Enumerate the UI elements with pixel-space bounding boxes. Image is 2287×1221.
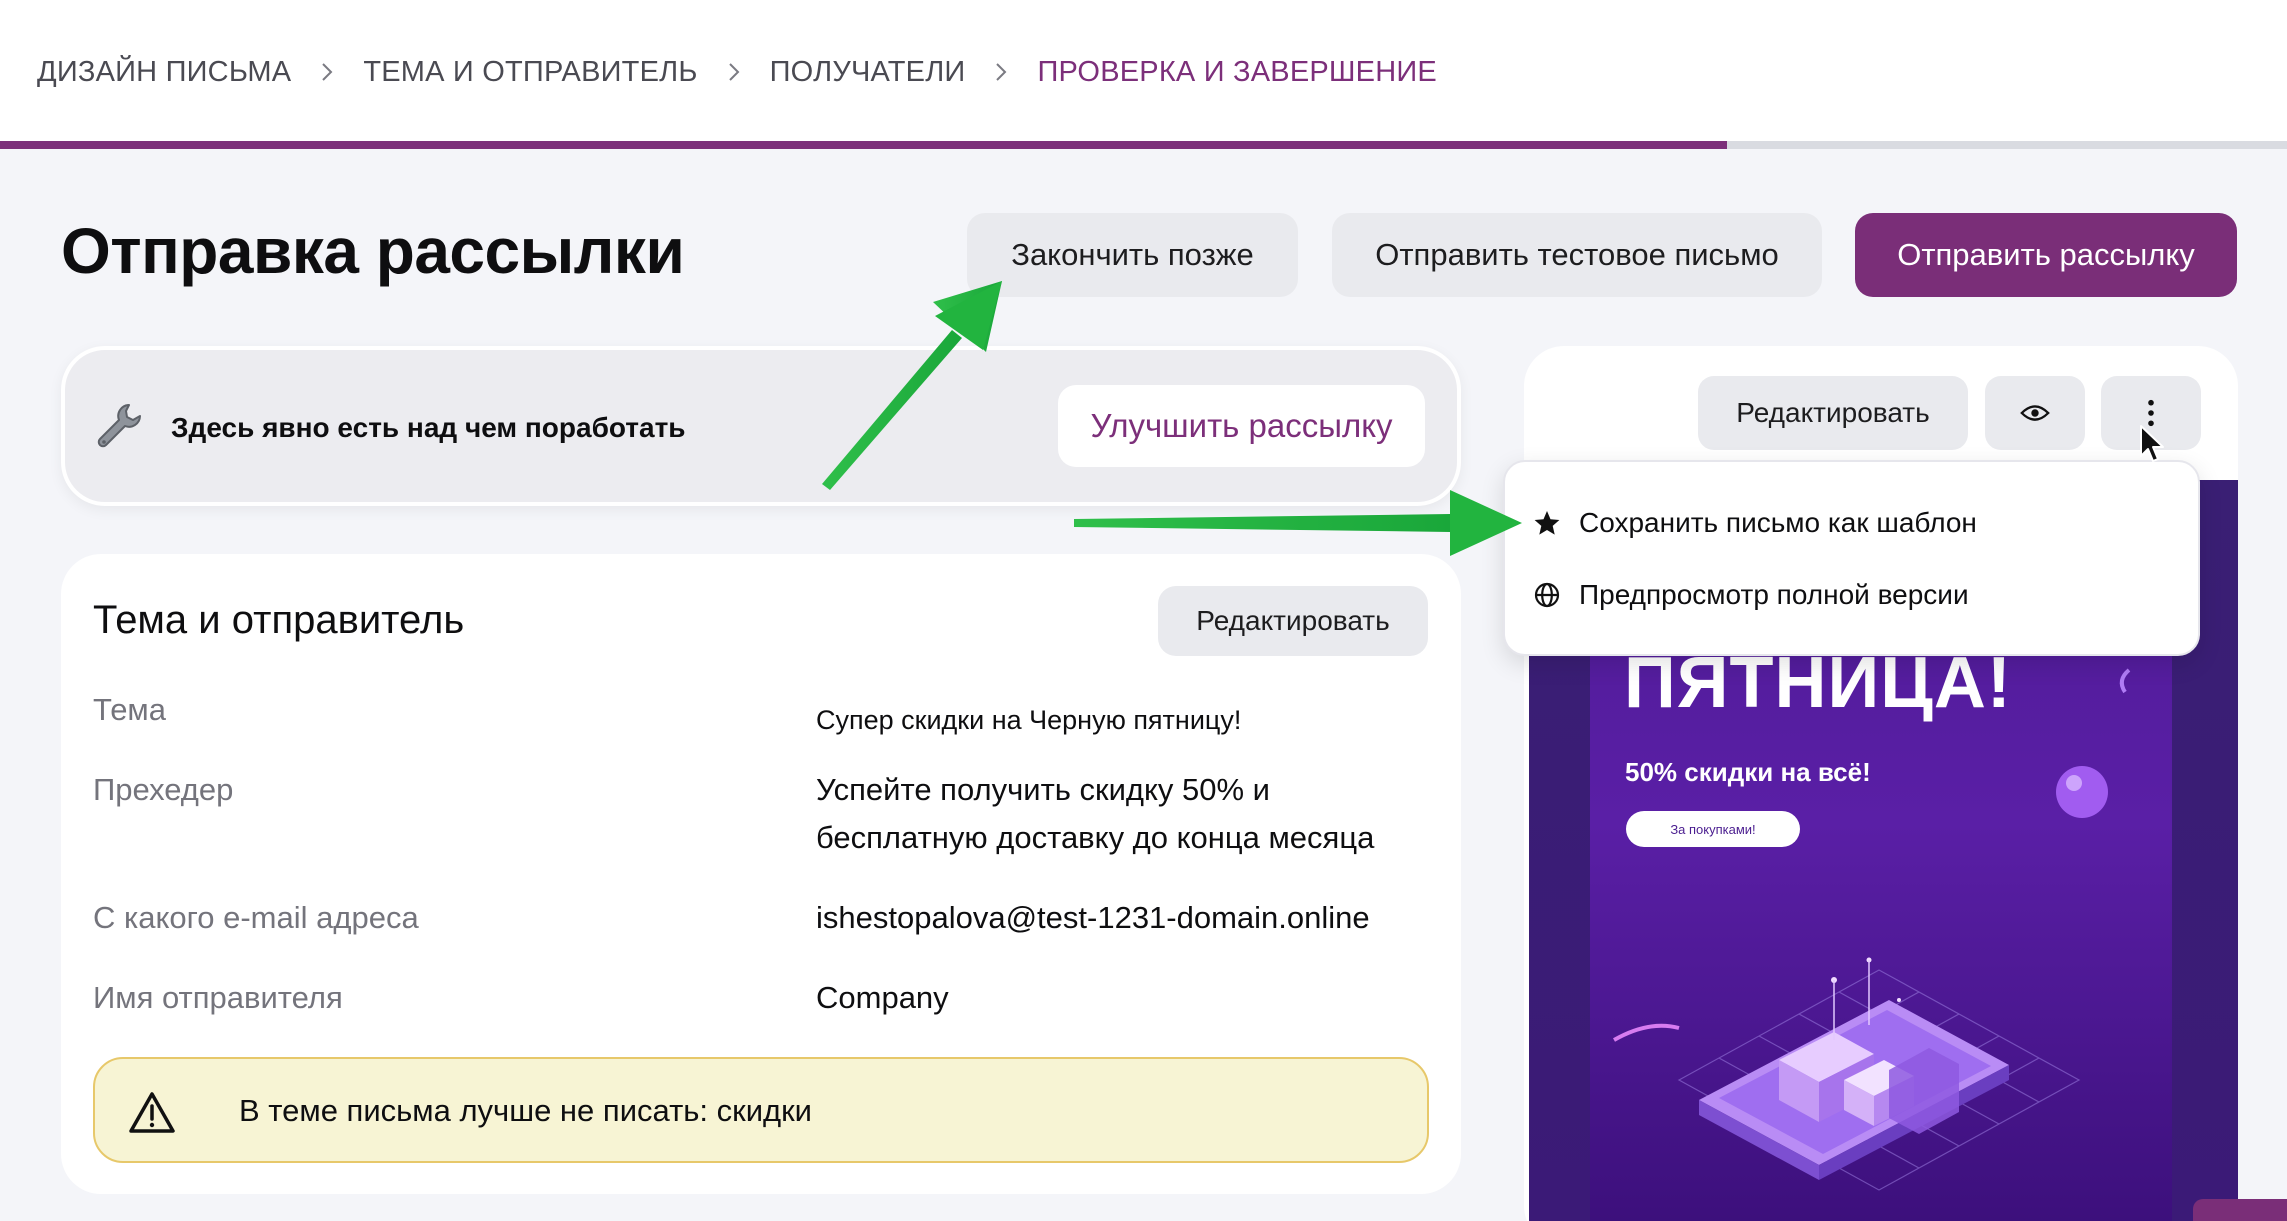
preheader-value: Успейте получить скидку 50% и бесплатную… bbox=[816, 772, 1375, 855]
subject-value: Супер скидки на Черную пятницу! bbox=[816, 705, 1242, 735]
page-title: Отправка рассылки bbox=[61, 215, 685, 287]
promo-subtitle: 50% скидки на всё! bbox=[1625, 757, 1871, 787]
wrench-icon bbox=[95, 401, 145, 451]
breadcrumb-item-review[interactable]: ПРОВЕРКА И ЗАВЕРШЕНИЕ bbox=[1037, 56, 1436, 89]
promo-button: За покупками! bbox=[1626, 811, 1800, 847]
chevron-right-icon bbox=[965, 62, 1037, 82]
sender-name-value: Company bbox=[816, 980, 949, 1015]
menu-item-label: Сохранить письмо как шаблон bbox=[1579, 507, 1977, 538]
breadcrumb-item-subject[interactable]: ТЕМА И ОТПРАВИТЕЛЬ bbox=[363, 56, 697, 89]
edit-design-button[interactable]: Редактировать bbox=[1698, 376, 1968, 450]
edit-subject-button[interactable]: Редактировать bbox=[1158, 586, 1428, 656]
eye-icon[interactable] bbox=[1985, 376, 2085, 450]
menu-item-label: Предпросмотр полной версии bbox=[1579, 579, 1969, 610]
breadcrumb-item-design[interactable]: ДИЗАЙН ПИСЬМА bbox=[37, 56, 291, 89]
chevron-right-icon bbox=[698, 62, 770, 82]
promo-illustration bbox=[1677, 957, 2081, 1191]
warning-icon bbox=[129, 1091, 175, 1133]
card-title: Тема и отправитель bbox=[93, 598, 465, 642]
send-campaign-button[interactable]: Отправить рассылку bbox=[1855, 213, 2237, 297]
send-test-email-button[interactable]: Отправить тестовое письмо bbox=[1332, 213, 1822, 297]
preheader-label: Прехедер bbox=[93, 772, 234, 807]
from-email-label: С какого e-mail адреса bbox=[93, 900, 419, 935]
menu-item-full-preview[interactable]: Предпросмотр полной версии bbox=[1505, 564, 2202, 626]
breadcrumb: ДИЗАЙН ПИСЬМА ТЕМА И ОТПРАВИТЕЛЬ ПОЛУЧАТ… bbox=[37, 52, 1437, 92]
menu-item-save-template[interactable]: Сохранить письмо как шаблон bbox=[1505, 492, 2202, 554]
chevron-right-icon bbox=[291, 62, 363, 82]
globe-icon bbox=[1533, 581, 1561, 609]
more-actions-menu: Сохранить письмо как шаблон Предпросмотр… bbox=[1503, 460, 2200, 656]
progress-bar bbox=[0, 141, 2287, 149]
warning-text: В теме письма лучше не писать: скидки bbox=[239, 1093, 812, 1128]
top-bar: ДИЗАЙН ПИСЬМА ТЕМА И ОТПРАВИТЕЛЬ ПОЛУЧАТ… bbox=[0, 0, 2287, 149]
warning-box: В теме письма лучше не писать: скидки bbox=[93, 1057, 1429, 1163]
subject-label: Тема bbox=[93, 692, 166, 727]
progress-fill bbox=[0, 141, 1727, 149]
from-email-value: ishestopalova@test-1231-domain.online bbox=[816, 900, 1370, 935]
improve-campaign-button[interactable]: Улучшить рассылку bbox=[1058, 385, 1425, 467]
improve-message: Здесь явно есть над чем поработать bbox=[171, 412, 686, 443]
star-icon bbox=[1533, 509, 1561, 537]
finish-later-button[interactable]: Закончить позже bbox=[967, 213, 1298, 297]
mouse-cursor-icon bbox=[2140, 425, 2164, 462]
sender-name-label: Имя отправителя bbox=[93, 980, 343, 1015]
breadcrumb-item-recipients[interactable]: ПОЛУЧАТЕЛИ bbox=[770, 56, 966, 89]
help-widget-tab[interactable] bbox=[2193, 1199, 2287, 1221]
